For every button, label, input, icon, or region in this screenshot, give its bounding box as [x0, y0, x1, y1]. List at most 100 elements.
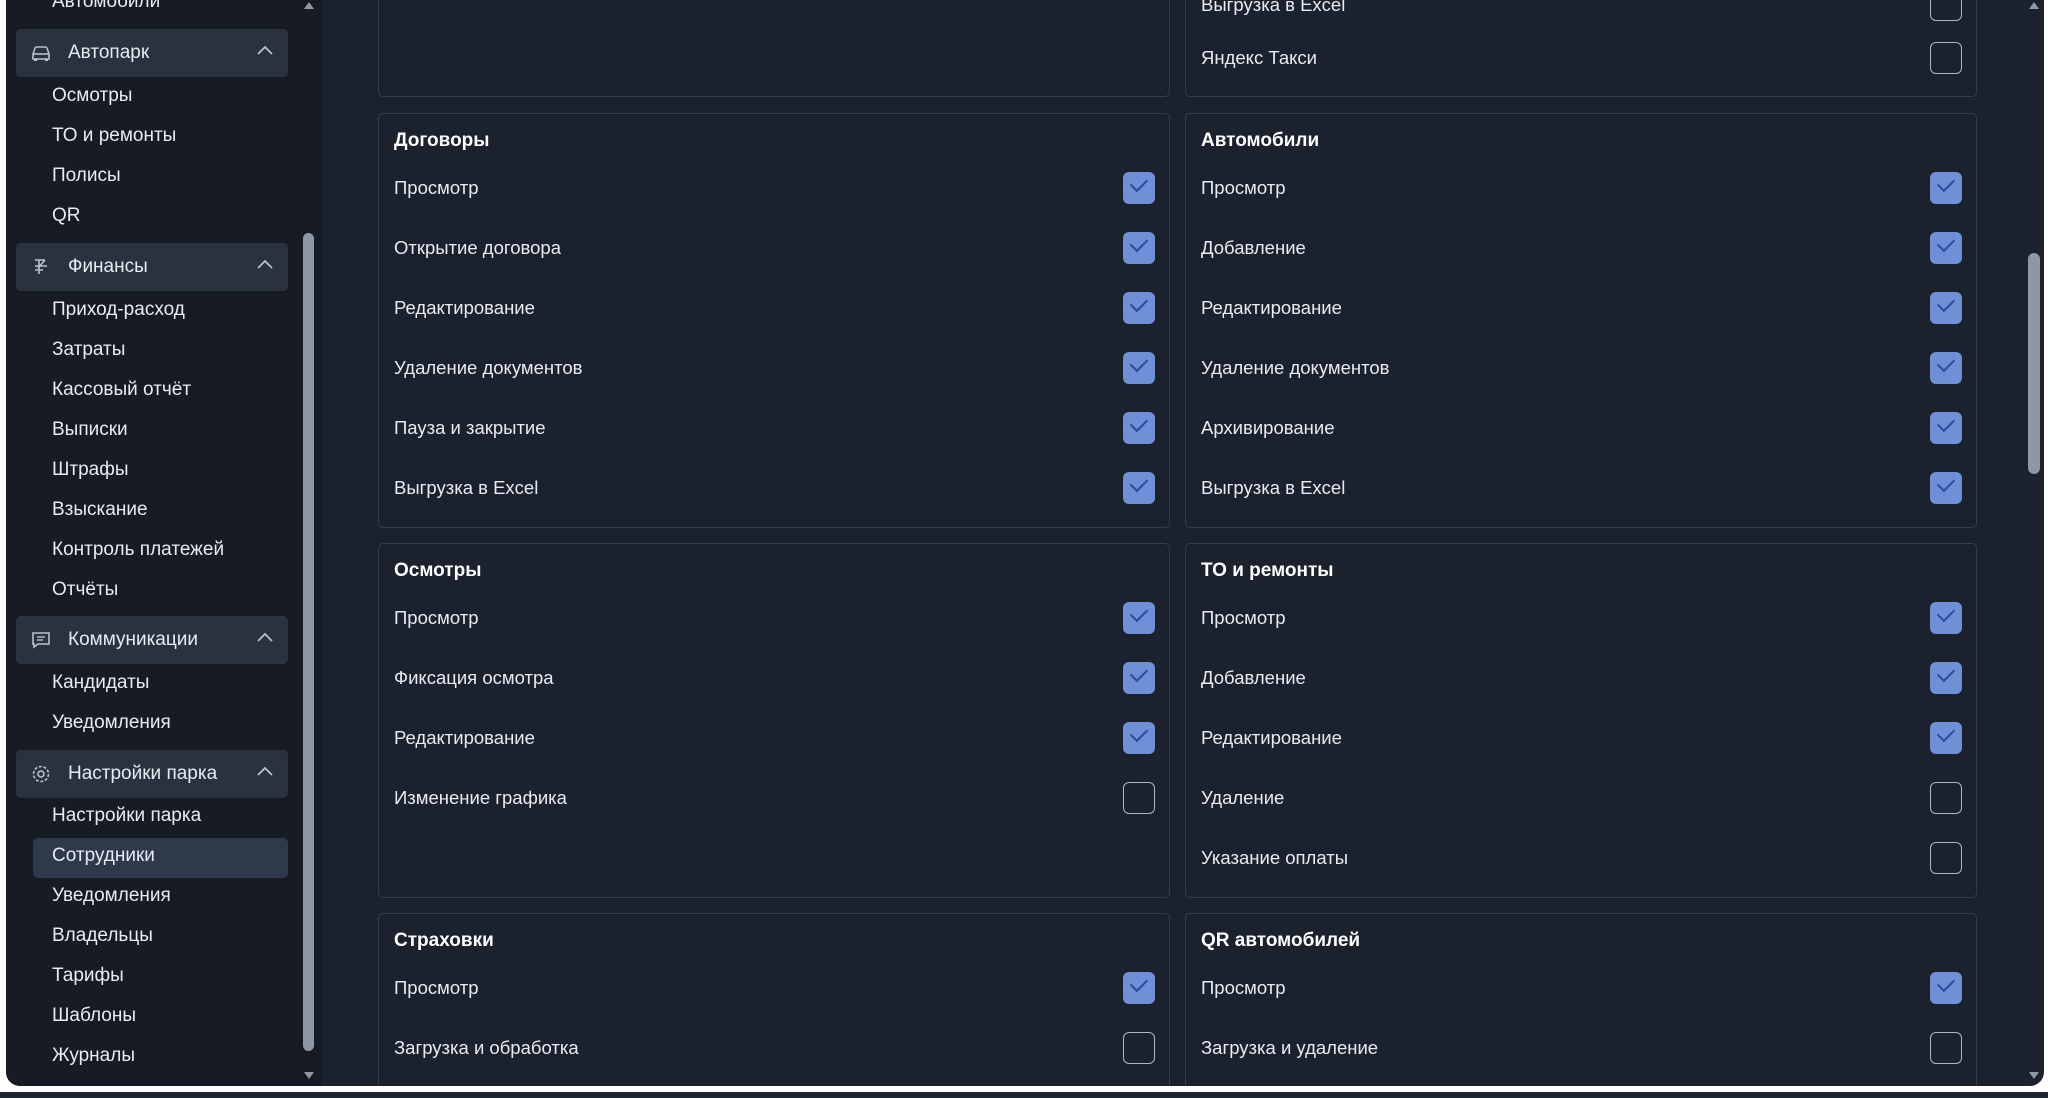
permission-checkbox[interactable]	[1123, 602, 1155, 634]
permissions-card-contracts: Договоры Просмотр Открытие договора Реда…	[378, 113, 1170, 528]
permission-label: Просмотр	[1201, 177, 1286, 198]
permission-checkbox[interactable]	[1930, 232, 1962, 264]
permissions-card-top-right: Выгрузка в Excel Яндекс Такси	[1185, 0, 1977, 97]
sidebar-group-finance[interactable]: Финансы	[16, 243, 288, 291]
permission-checkbox[interactable]	[1930, 1032, 1962, 1064]
scroll-down-arrow-icon[interactable]	[2029, 1072, 2039, 1079]
sidebar-group-fleet[interactable]: Автопарк	[16, 29, 288, 77]
permissions-card-insurance: Страховки Просмотр Загрузка и обработка	[378, 913, 1170, 1086]
permission-checkbox[interactable]	[1123, 172, 1155, 204]
chevron-up-icon[interactable]	[256, 631, 274, 643]
sidebar-item-maintenance[interactable]: ТО и ремонты	[52, 125, 176, 147]
permission-checkbox[interactable]	[1123, 472, 1155, 504]
finance-icon	[35, 259, 47, 274]
window-bottom-edge	[0, 1092, 2048, 1098]
permission-checkbox[interactable]	[1930, 352, 1962, 384]
chevron-up-icon[interactable]	[256, 44, 274, 56]
permission-checkbox[interactable]	[1930, 412, 1962, 444]
permission-checkbox[interactable]	[1930, 42, 1962, 74]
sidebar-item-inspections[interactable]: Осмотры	[52, 85, 132, 107]
sidebar-item-employees[interactable]: Сотрудники	[52, 845, 155, 867]
permission-checkbox[interactable]	[1123, 782, 1155, 814]
card-title: Договоры	[394, 130, 490, 151]
permission-label: Указание оплаты	[1201, 847, 1349, 868]
chevron-up-icon[interactable]	[256, 258, 274, 270]
permission-checkbox[interactable]	[1930, 722, 1962, 754]
permission-checkbox[interactable]	[1930, 0, 1962, 21]
permission-checkbox[interactable]	[1930, 842, 1962, 874]
permission-label: Пауза и закрытие	[394, 417, 546, 438]
permission-checkbox[interactable]	[1930, 782, 1962, 814]
permission-label: Просмотр	[394, 177, 479, 198]
sidebar-item-statements[interactable]: Выписки	[52, 419, 128, 441]
permission-label: Изменение графика	[394, 787, 567, 808]
permission-label: Редактирование	[394, 297, 535, 318]
permissions-panel: Выгрузка в Excel Яндекс Такси Договоры П…	[349, 0, 2017, 1086]
sidebar-item-payment-control[interactable]: Контроль платежей	[52, 539, 224, 561]
sidebar-item-cars[interactable]: Автомобили	[52, 0, 160, 13]
permission-checkbox[interactable]	[1930, 972, 1962, 1004]
sidebar-group-communications[interactable]: Коммуникации	[16, 616, 288, 664]
permission-label: Редактирование	[1201, 727, 1342, 748]
chevron-up-icon[interactable]	[256, 765, 274, 777]
permission-label: Редактирование	[1201, 297, 1342, 318]
permission-checkbox[interactable]	[1123, 412, 1155, 444]
card-title: ТО и ремонты	[1201, 560, 1334, 581]
permission-label: Просмотр	[394, 607, 479, 628]
sidebar-item-cash-report[interactable]: Кассовый отчёт	[52, 379, 191, 401]
scroll-up-arrow-icon[interactable]	[304, 2, 314, 9]
permission-label: Архивирование	[1201, 417, 1335, 438]
sidebar-scrollbar-thumb[interactable]	[303, 233, 314, 1051]
sidebar-item-policies[interactable]: Полисы	[52, 165, 121, 187]
permission-checkbox[interactable]	[1930, 292, 1962, 324]
permission-checkbox[interactable]	[1123, 1032, 1155, 1064]
sidebar-group-park-settings[interactable]: Настройки парка	[16, 750, 288, 798]
card-title: Осмотры	[394, 560, 482, 581]
permission-checkbox[interactable]	[1930, 172, 1962, 204]
permission-checkbox[interactable]	[1123, 722, 1155, 754]
permission-label: Удаление документов	[394, 357, 583, 378]
permissions-card-cars: Автомобили Просмотр Добавление Редактиро…	[1185, 113, 1977, 528]
main-scrollbar-thumb[interactable]	[2028, 253, 2040, 474]
permission-label: Фиксация осмотра	[394, 667, 554, 688]
chat-icon	[32, 632, 50, 649]
scroll-up-arrow-icon[interactable]	[2029, 2, 2039, 9]
sidebar-item-tariffs[interactable]: Тарифы	[52, 965, 124, 987]
permission-checkbox[interactable]	[1123, 662, 1155, 694]
sidebar-item-owners[interactable]: Владельцы	[52, 925, 153, 947]
permission-checkbox[interactable]	[1123, 232, 1155, 264]
sidebar-group-label: Автопарк	[68, 42, 150, 63]
permission-checkbox[interactable]	[1930, 662, 1962, 694]
permission-label: Открытие договора	[394, 237, 561, 258]
sidebar-item-costs[interactable]: Затраты	[52, 339, 125, 361]
permission-label: Выгрузка в Excel	[394, 477, 539, 498]
permission-checkbox[interactable]	[1930, 602, 1962, 634]
permission-checkbox[interactable]	[1123, 352, 1155, 384]
sidebar-item-park-notifications[interactable]: Уведомления	[52, 885, 171, 907]
permission-label: Удаление документов	[1201, 357, 1390, 378]
sidebar-item-candidates[interactable]: Кандидаты	[52, 672, 149, 694]
sidebar-item-collection[interactable]: Взыскание	[52, 499, 148, 521]
sidebar-item-income-expense[interactable]: Приход-расход	[52, 299, 185, 321]
permission-checkbox[interactable]	[1123, 292, 1155, 324]
scroll-down-arrow-icon[interactable]	[304, 1072, 314, 1079]
sidebar-item-qr[interactable]: QR	[52, 205, 81, 227]
permission-checkbox[interactable]	[1123, 972, 1155, 1004]
sidebar-group-label: Настройки парка	[68, 763, 218, 784]
card-title: QR автомобилей	[1201, 930, 1361, 951]
sidebar-item-templates[interactable]: Шаблоны	[52, 1005, 136, 1027]
permission-label: Выгрузка в Excel	[1201, 0, 1346, 15]
permission-label: Просмотр	[394, 977, 479, 998]
gear-icon	[32, 765, 50, 783]
sidebar-item-park-settings[interactable]: Настройки парка	[52, 805, 201, 827]
permission-label: Добавление	[1201, 667, 1306, 688]
permission-label: Просмотр	[1201, 607, 1286, 628]
sidebar-item-logs[interactable]: Журналы	[52, 1045, 135, 1067]
permissions-card-qr: QR автомобилей Просмотр Загрузка и удале…	[1185, 913, 1977, 1086]
sidebar-item-reports[interactable]: Отчёты	[52, 579, 118, 601]
sidebar-item-fines[interactable]: Штрафы	[52, 459, 129, 481]
sidebar-item-notifications[interactable]: Уведомления	[52, 712, 171, 734]
app-window: Автомобили Автопарк Осмотры ТО и ремонты…	[6, 0, 2044, 1086]
permission-checkbox[interactable]	[1930, 472, 1962, 504]
permissions-card-maintenance: ТО и ремонты Просмотр Добавление Редакти…	[1185, 543, 1977, 898]
